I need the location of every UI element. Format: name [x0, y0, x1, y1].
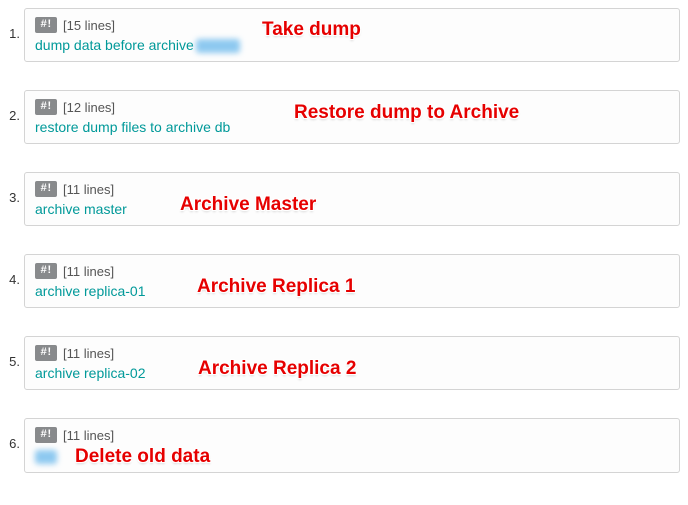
step-header: #! [11 lines]	[35, 345, 669, 361]
step-number: 5.	[0, 336, 24, 369]
step-box[interactable]: #![11 lines]archive replica-02Archive Re…	[24, 336, 680, 390]
step-header: #! [11 lines]	[35, 263, 669, 279]
lines-count: [11 lines]	[63, 264, 114, 279]
step-header: #! [11 lines]	[35, 181, 669, 197]
shebang-icon: #!	[35, 427, 57, 443]
lines-count: [11 lines]	[63, 346, 114, 361]
step-title-text: archive replica-02	[35, 365, 146, 381]
step-box[interactable]: #![11 lines]archive masterArchive Master	[24, 172, 680, 226]
shebang-icon: #!	[35, 345, 57, 361]
step-title[interactable]: dump data before archive	[35, 37, 669, 53]
lines-count: [12 lines]	[63, 100, 115, 115]
step-number: 2.	[0, 90, 24, 123]
shebang-icon: #!	[35, 99, 57, 115]
step-number: 6.	[0, 418, 24, 451]
lines-count: [15 lines]	[63, 18, 115, 33]
redacted-smudge	[35, 450, 57, 464]
step-row: 3.#![11 lines]archive masterArchive Mast…	[0, 172, 688, 226]
step-row: 6.#![11 lines]Delete old data	[0, 418, 688, 472]
shebang-icon: #!	[35, 263, 57, 279]
lines-count: [11 lines]	[63, 428, 114, 443]
step-title[interactable]: archive replica-02	[35, 365, 669, 381]
step-number: 4.	[0, 254, 24, 287]
step-box[interactable]: #![11 lines]Delete old data	[24, 418, 680, 472]
step-number: 1.	[0, 8, 24, 41]
step-box[interactable]: #![15 lines]dump data before archiveTake…	[24, 8, 680, 62]
redacted-smudge	[196, 39, 240, 53]
step-title[interactable]: archive replica-01	[35, 283, 669, 299]
step-header: #! [15 lines]	[35, 17, 669, 33]
shebang-icon: #!	[35, 181, 57, 197]
step-title[interactable]	[35, 447, 669, 463]
step-number: 3.	[0, 172, 24, 205]
step-box[interactable]: #![11 lines]archive replica-01Archive Re…	[24, 254, 680, 308]
step-row: 5.#![11 lines]archive replica-02Archive …	[0, 336, 688, 390]
step-row: 2. #! [12 lines] restore dump files to arch…	[0, 90, 688, 144]
step-title-text: restore dump files to archive db	[35, 119, 230, 135]
shebang-icon: #!	[35, 17, 57, 33]
step-header: #! [11 lines]	[35, 427, 669, 443]
step-title-text: dump data before archive	[35, 37, 194, 53]
step-title-text: archive master	[35, 201, 127, 217]
step-header: #! [12 lines]	[35, 99, 669, 115]
step-row: 4.#![11 lines]archive replica-01Archive …	[0, 254, 688, 308]
step-title-text: archive replica-01	[35, 283, 146, 299]
lines-count: [11 lines]	[63, 182, 114, 197]
step-row: 1.#![15 lines]dump data before archiveTa…	[0, 8, 688, 62]
step-box[interactable]: #! [12 lines] restore dump files to archiv…	[24, 90, 680, 144]
step-title[interactable]: restore dump files to archive db	[35, 119, 669, 135]
step-title[interactable]: archive master	[35, 201, 669, 217]
